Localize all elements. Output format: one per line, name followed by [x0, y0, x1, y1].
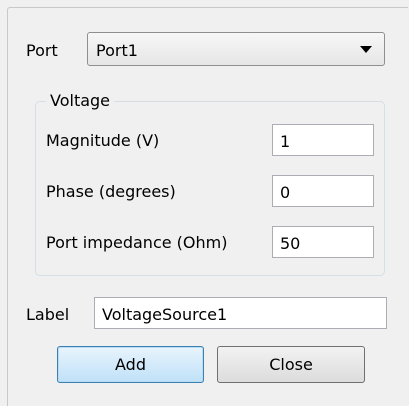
close-button[interactable]: Close [217, 346, 365, 383]
add-button[interactable]: Add [57, 346, 204, 383]
add-button-label: Add [115, 355, 146, 374]
voltage-group-title: Voltage [46, 91, 115, 110]
close-button-label: Close [269, 355, 313, 374]
phase-label: Phase (degrees) [46, 182, 176, 201]
label-field-label: Label [26, 305, 70, 324]
impedance-label: Port impedance (Ohm) [46, 233, 228, 252]
impedance-input[interactable]: 50 [272, 226, 374, 258]
port-select-value: Port1 [96, 41, 138, 60]
port-label: Port [26, 41, 58, 60]
phase-input[interactable]: 0 [272, 175, 374, 207]
magnitude-input[interactable]: 1 [272, 124, 374, 156]
magnitude-label: Magnitude (V) [46, 131, 160, 150]
label-input[interactable]: VoltageSource1 [94, 297, 387, 329]
chevron-down-icon [360, 46, 372, 53]
port-select[interactable]: Port1 [87, 32, 385, 66]
